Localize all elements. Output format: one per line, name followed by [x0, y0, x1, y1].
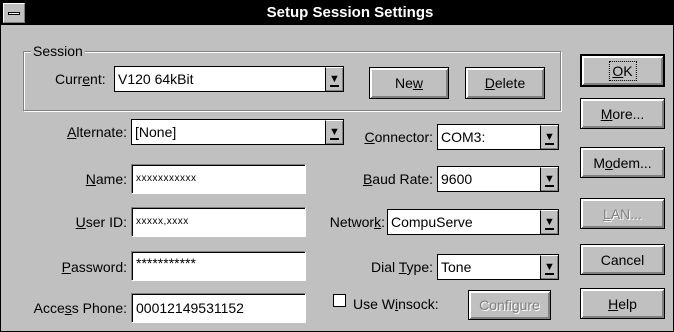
delete-button[interactable]: Delete [465, 67, 545, 99]
access-phone-value: 00012149531152 [136, 300, 244, 316]
window-title: Setup Session Settings [266, 4, 434, 21]
access-phone-field[interactable]: 00012149531152 [131, 293, 306, 323]
password-field[interactable]: *********** [131, 251, 306, 281]
current-label: Current: [55, 71, 106, 87]
system-menu-button[interactable] [3, 3, 25, 23]
connector-value: COM3: [441, 129, 486, 145]
password-value: *********** [136, 255, 196, 271]
use-winsock-checkbox[interactable] [333, 294, 346, 307]
dropdown-arrow-icon[interactable]: ▼ [540, 167, 558, 191]
configure-button[interactable]: Configure [468, 290, 551, 320]
network-label: Network: [329, 214, 385, 230]
current-session-value: V120 64kBit [118, 71, 194, 87]
name-field[interactable]: xxxxxxxxxxx [131, 164, 306, 194]
dial-type-combo[interactable]: Tone ▼ [437, 254, 559, 280]
dropdown-arrow-icon[interactable]: ▼ [540, 210, 558, 234]
network-value: CompuServe [391, 214, 473, 230]
lan-button[interactable]: LAN... [580, 198, 665, 229]
setup-session-settings-dialog: Setup Session Settings Session Current: … [0, 0, 674, 332]
new-button[interactable]: New [369, 67, 449, 99]
title-bar: Setup Session Settings [1, 1, 673, 25]
connector-label: Connector: [364, 129, 434, 145]
session-group-label: Session [31, 43, 85, 59]
user-id-value: xxxxx,xxxx [136, 216, 189, 227]
alternate-combo[interactable]: [None] ▼ [131, 119, 344, 145]
user-id-field[interactable]: xxxxx,xxxx [131, 207, 306, 237]
help-button[interactable]: Help [580, 288, 665, 319]
network-combo[interactable]: CompuServe ▼ [387, 209, 559, 235]
name-value: xxxxxxxxxxx [136, 173, 197, 184]
dropdown-arrow-icon[interactable]: ▼ [540, 125, 558, 149]
dropdown-arrow-icon[interactable]: ▼ [540, 255, 558, 279]
dial-type-value: Tone [441, 259, 472, 275]
password-label: Password: [61, 259, 127, 275]
modem-button[interactable]: Modem... [580, 147, 665, 178]
system-menu-icon [8, 12, 20, 15]
dial-type-label: Dial Type: [370, 259, 433, 275]
name-label: Name: [85, 171, 127, 187]
baud-rate-label: Baud Rate: [362, 171, 433, 187]
use-winsock-label: Use Winsock: [353, 296, 439, 312]
dropdown-arrow-icon[interactable]: ▼ [325, 67, 343, 91]
cancel-button[interactable]: Cancel [580, 244, 665, 275]
user-id-label: User ID: [75, 214, 127, 230]
ok-button[interactable]: OK [580, 54, 665, 87]
baud-rate-combo[interactable]: 9600 ▼ [437, 166, 559, 192]
more-button[interactable]: More... [580, 98, 665, 129]
connector-combo[interactable]: COM3: ▼ [437, 124, 559, 150]
baud-rate-value: 9600 [441, 171, 473, 187]
alternate-label: Alternate: [67, 124, 127, 140]
access-phone-label: Access Phone: [33, 300, 127, 316]
alternate-value: [None] [135, 124, 177, 140]
current-session-combo[interactable]: V120 64kBit ▼ [114, 66, 344, 92]
